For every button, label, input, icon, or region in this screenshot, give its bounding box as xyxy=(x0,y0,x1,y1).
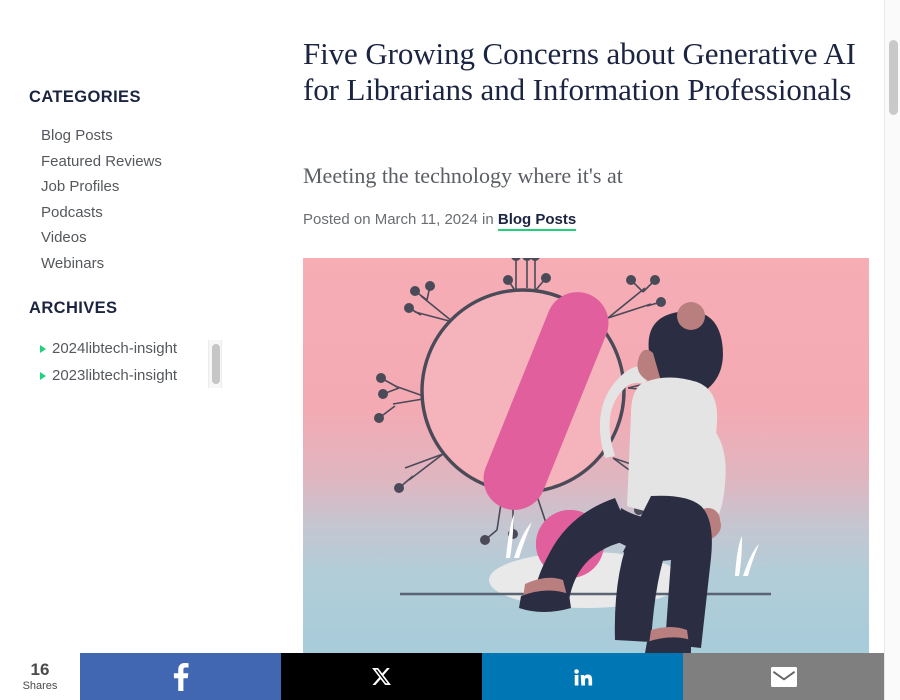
sidebar-item-videos[interactable]: Videos xyxy=(29,225,162,251)
sidebar-item-featured-reviews[interactable]: Featured Reviews xyxy=(29,149,162,175)
social-share-bar: 16 Shares xyxy=(0,653,884,700)
share-button-twitter[interactable] xyxy=(281,653,482,700)
sidebar-item-webinars[interactable]: Webinars xyxy=(29,251,162,277)
page-title: Five Growing Concerns about Generative A… xyxy=(303,36,856,107)
archives-scrollbar[interactable] xyxy=(208,340,222,388)
archive-item-2023[interactable]: 2023libtech-insight xyxy=(29,363,222,389)
triangle-bullet-icon xyxy=(40,371,46,380)
sidebar-link-blog-posts[interactable]: Blog Posts xyxy=(29,123,113,149)
hero-illustration-svg xyxy=(303,258,869,653)
triangle-bullet-icon xyxy=(40,345,46,354)
share-count-label: Shares xyxy=(22,679,58,692)
x-twitter-icon xyxy=(372,667,391,686)
article-meta: Posted on March 11, 2024 in Blog Posts xyxy=(303,210,577,231)
sidebar-link-webinars[interactable]: Webinars xyxy=(29,251,104,277)
article-category-link[interactable]: Blog Posts xyxy=(497,211,577,231)
share-count-number: 16 xyxy=(30,659,50,679)
archives-list: 2024libtech-insight 2023libtech-insight xyxy=(29,336,222,388)
sidebar-link-podcasts[interactable]: Podcasts xyxy=(29,200,103,226)
archives-heading: ARCHIVES xyxy=(29,299,118,317)
share-count: 16 Shares xyxy=(0,653,80,700)
categories-heading: CATEGORIES xyxy=(29,88,141,106)
share-button-facebook[interactable] xyxy=(80,653,281,700)
page-viewport: CATEGORIES Blog Posts Featured Reviews J… xyxy=(0,0,884,700)
categories-list: Blog Posts Featured Reviews Job Profiles… xyxy=(29,123,162,277)
sidebar-item-blog-posts[interactable]: Blog Posts xyxy=(29,123,162,149)
facebook-icon xyxy=(173,662,189,691)
sidebar-link-featured-reviews[interactable]: Featured Reviews xyxy=(29,149,162,175)
article-subtitle: Meeting the technology where it's at xyxy=(303,163,623,188)
sidebar-link-videos[interactable]: Videos xyxy=(29,225,87,251)
archives-list-container: 2024libtech-insight 2023libtech-insight xyxy=(29,336,222,388)
archive-link-2023[interactable]: 2023libtech-insight xyxy=(52,363,177,389)
share-button-email[interactable] xyxy=(683,653,884,700)
sidebar-item-podcasts[interactable]: Podcasts xyxy=(29,200,162,226)
article-hero-image xyxy=(303,258,869,653)
archive-link-2024[interactable]: 2024libtech-insight xyxy=(52,336,177,363)
browser-scrollbar-thumb[interactable] xyxy=(888,40,898,115)
sidebar-link-job-profiles[interactable]: Job Profiles xyxy=(29,174,119,200)
article-posted-date: Posted on March 11, 2024 in xyxy=(303,211,498,228)
browser-scrollbar[interactable] xyxy=(884,0,900,700)
archives-scrollbar-thumb[interactable] xyxy=(212,344,220,384)
email-icon xyxy=(770,666,797,687)
share-button-linkedin[interactable] xyxy=(482,653,683,700)
linkedin-icon xyxy=(573,668,592,685)
archive-item-2024[interactable]: 2024libtech-insight xyxy=(29,336,222,363)
sidebar-item-job-profiles[interactable]: Job Profiles xyxy=(29,174,162,200)
